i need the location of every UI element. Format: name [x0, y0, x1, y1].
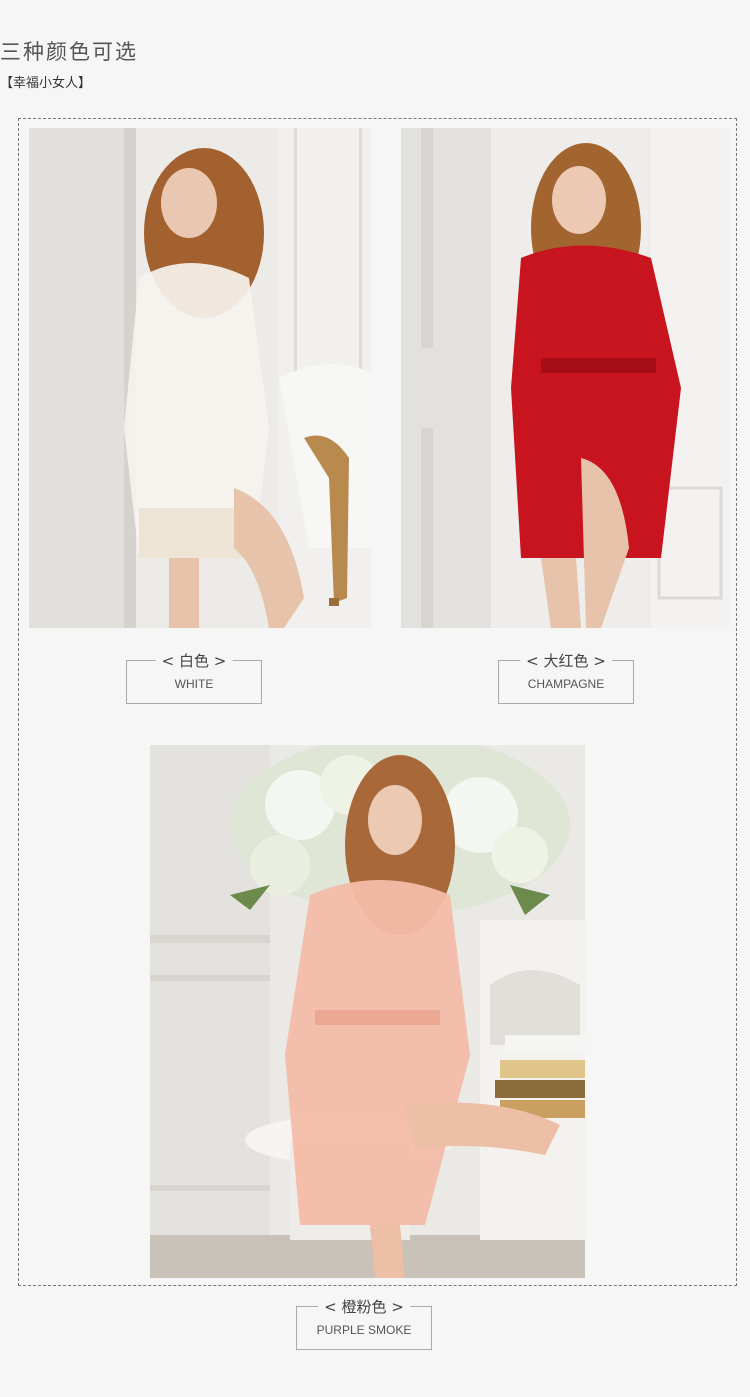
- white-robe-photo[interactable]: [29, 128, 371, 628]
- variant-label-cn: < 橙粉色 >: [318, 1296, 410, 1317]
- variant-label-cn: < 大红色 >: [520, 650, 612, 671]
- variant-label-red: < 大红色 > CHAMPAGNE: [498, 650, 634, 704]
- page-subtitle: 【幸福小女人】: [0, 76, 92, 91]
- page-title: 三种颜色可选: [0, 40, 138, 64]
- pink-robe-photo[interactable]: [150, 745, 585, 1278]
- variant-label-white: < 白色 > WHITE: [126, 650, 262, 704]
- variant-label-en: CHAMPAGNE: [527, 677, 605, 691]
- variant-label-en: WHITE: [174, 677, 214, 691]
- red-robe-photo[interactable]: [401, 128, 729, 628]
- variant-label-pink: < 橙粉色 > PURPLE SMOKE: [296, 1296, 432, 1350]
- variant-label-en: PURPLE SMOKE: [316, 1323, 412, 1337]
- variant-label-cn: < 白色 >: [155, 650, 233, 671]
